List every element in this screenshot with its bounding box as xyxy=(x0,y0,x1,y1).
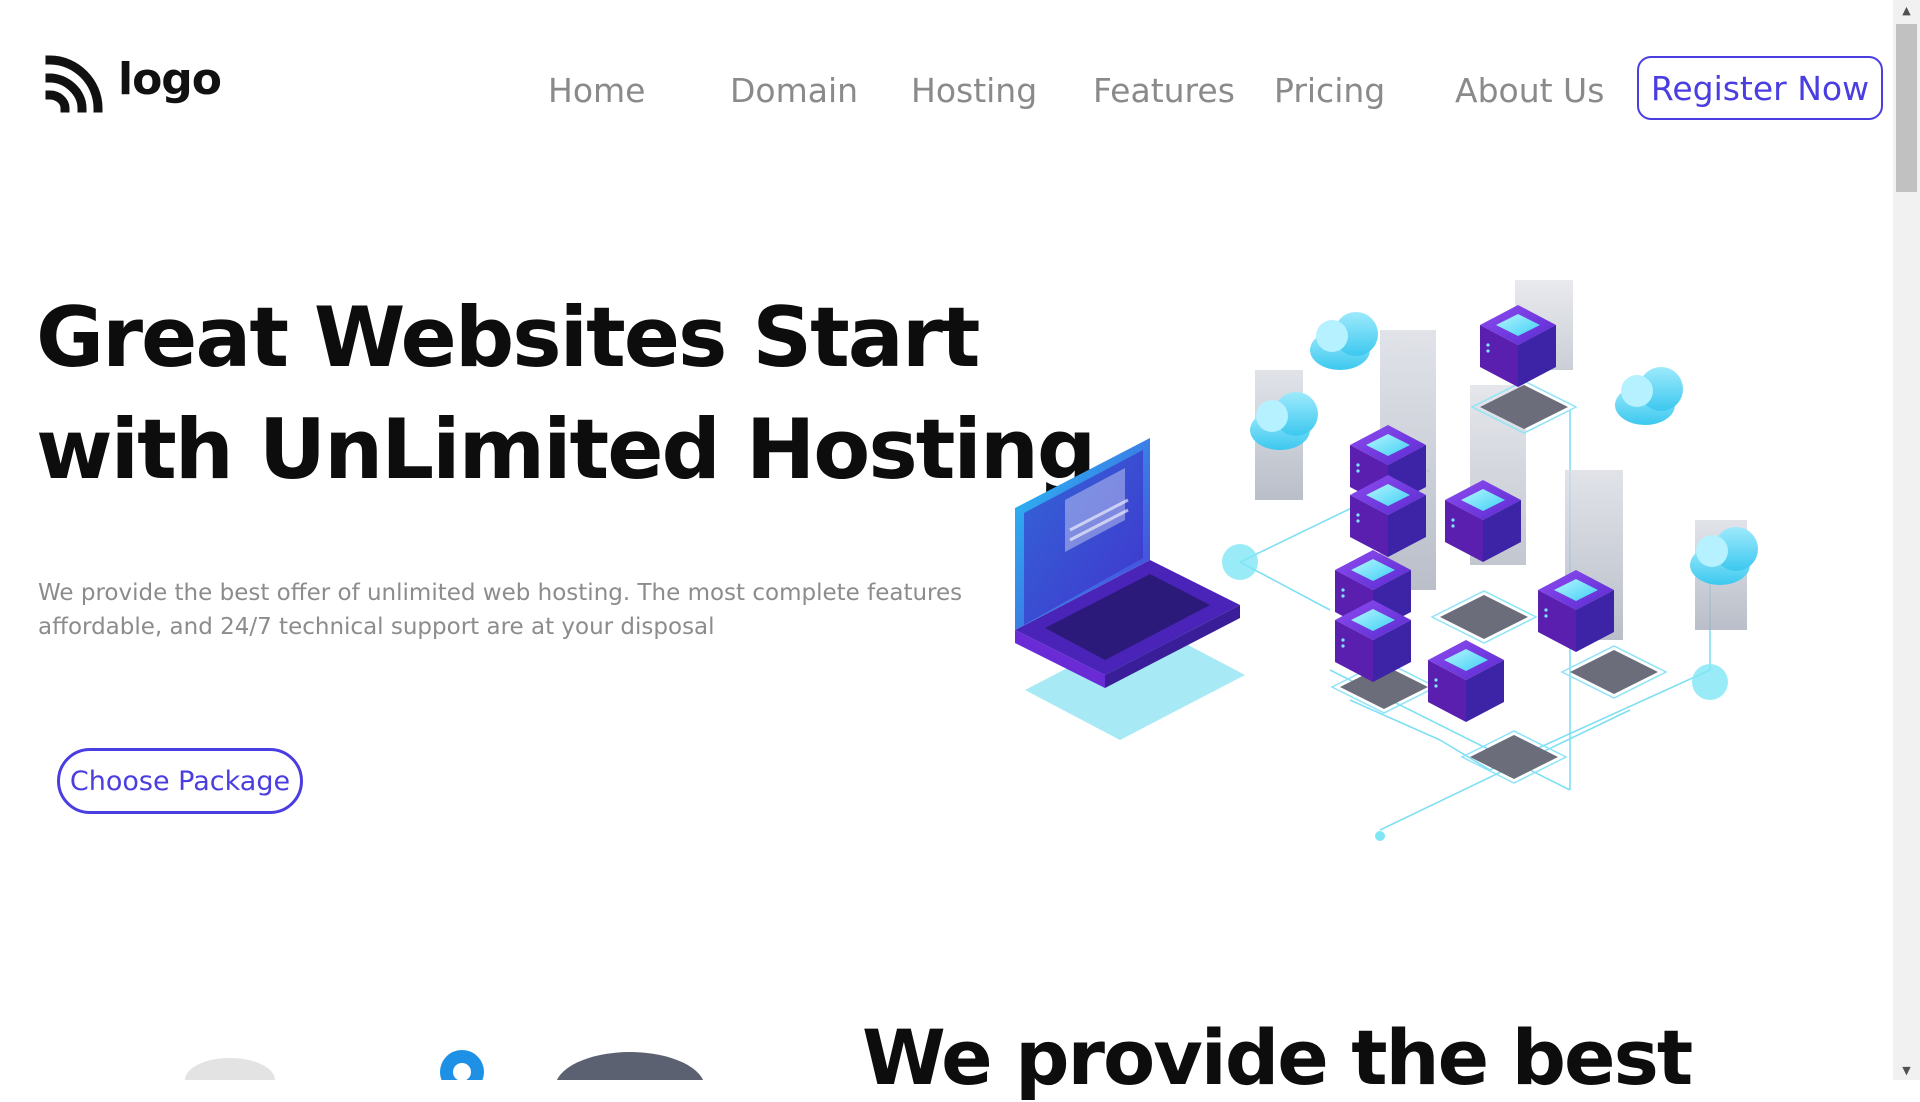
nav-item-domain[interactable]: Domain xyxy=(730,66,858,116)
hero-illustration xyxy=(1015,280,1758,841)
features-illustration xyxy=(185,1050,704,1080)
hero-title-line-1: Great Websites Start xyxy=(36,289,980,386)
nav-item-about-us[interactable]: About Us xyxy=(1455,66,1604,116)
scroll-thumb[interactable] xyxy=(1896,24,1917,192)
site-header: logo Home Domain Hosting Features Pricin… xyxy=(0,0,1893,170)
nav-item-hosting[interactable]: Hosting xyxy=(911,66,1037,116)
choose-package-button[interactable]: Choose Package xyxy=(57,748,303,814)
scroll-down-icon[interactable]: ▼ xyxy=(1893,1060,1920,1080)
hero-description-line-2: affordable, and 24/7 technical support a… xyxy=(38,614,715,640)
nav-item-home[interactable]: Home xyxy=(548,66,645,116)
section-title: We provide the best xyxy=(862,1013,1693,1102)
page-scrollbar[interactable]: ▲ ▼ xyxy=(1893,0,1920,1080)
register-now-button[interactable]: Register Now xyxy=(1637,56,1883,120)
laptop-illustration xyxy=(1015,438,1245,740)
main-nav: Home Domain Hosting Features Pricing Abo… xyxy=(0,66,1893,116)
nav-item-features[interactable]: Features xyxy=(1093,66,1235,116)
nav-item-pricing[interactable]: Pricing xyxy=(1274,66,1385,116)
hero-description-line-1: We provide the best offer of unlimited w… xyxy=(38,580,963,606)
hero-title: Great Websites Start with UnLimited Host… xyxy=(36,282,1096,506)
scroll-up-icon[interactable]: ▲ xyxy=(1893,0,1920,20)
hero-description: We provide the best offer of unlimited w… xyxy=(38,576,998,644)
hero-title-line-2: with UnLimited Hosting xyxy=(36,401,1096,498)
